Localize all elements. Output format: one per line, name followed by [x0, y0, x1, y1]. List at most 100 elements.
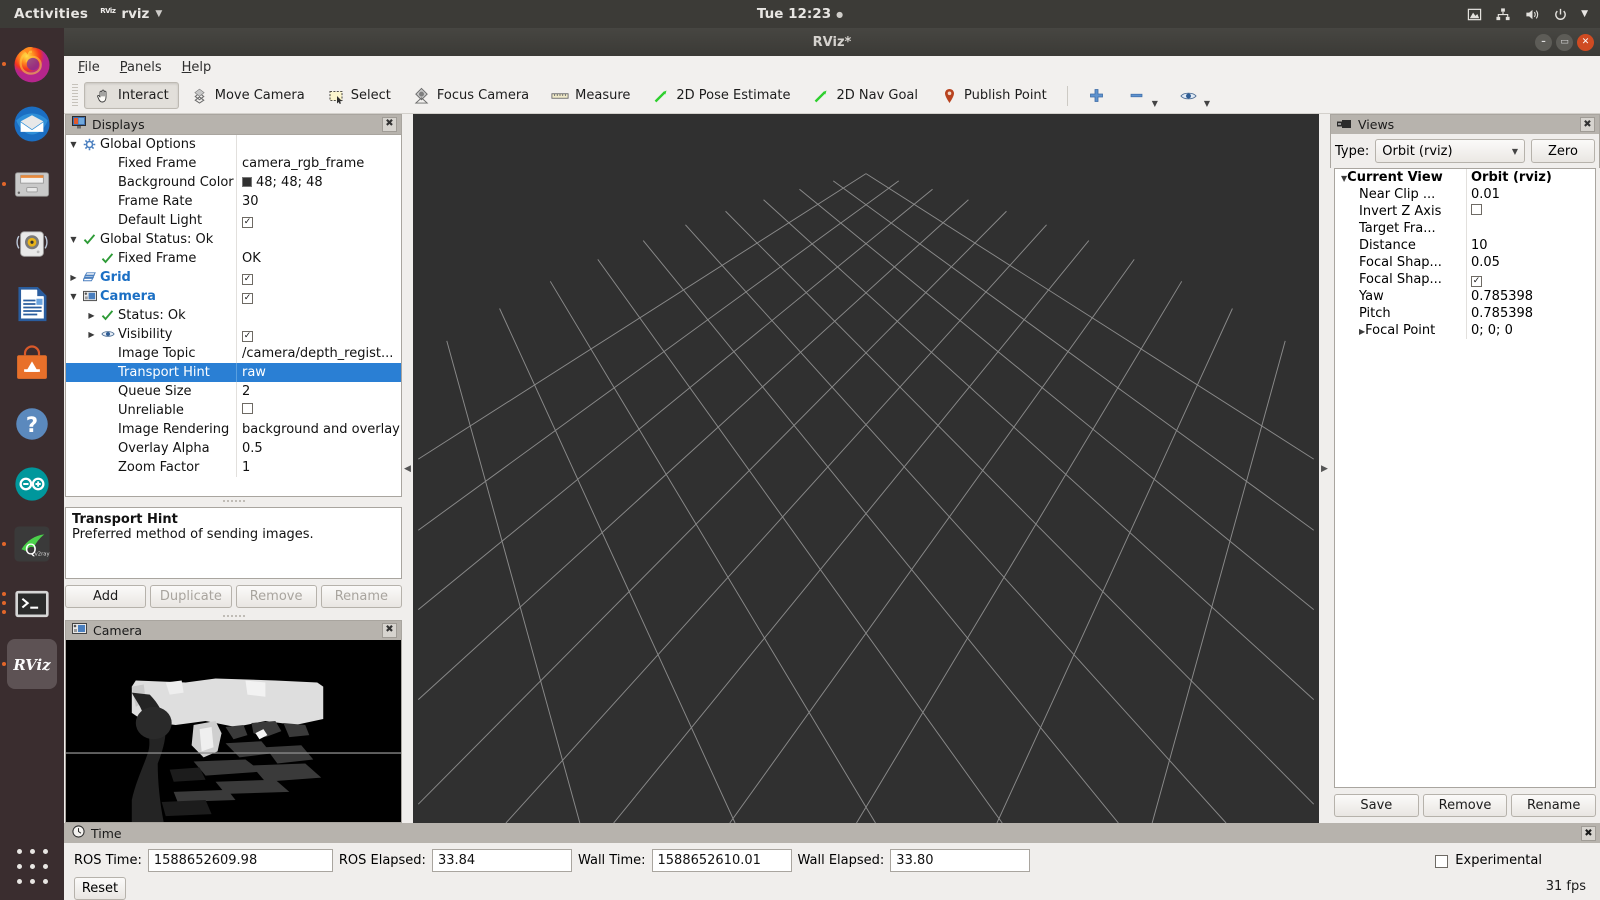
view-type-select[interactable]: Orbit (rviz) ▼: [1375, 139, 1525, 163]
display-property-row[interactable]: Fixed FrameOK: [66, 249, 401, 268]
time-field-input[interactable]: 1588652609.98: [148, 849, 333, 872]
close-icon[interactable]: ✖: [1581, 826, 1596, 841]
disclosure-arrow-icon[interactable]: ▼: [68, 235, 79, 244]
view-property-row[interactable]: ▶Focal Point0; 0; 0: [1335, 322, 1595, 339]
dock-item-rviz[interactable]: RViz: [7, 639, 57, 689]
tool-2d-pose-estimate[interactable]: 2D Pose Estimate: [642, 82, 800, 109]
right-dock-collapse-handle[interactable]: ▶: [1319, 114, 1330, 823]
dock-item-terminal[interactable]: [7, 579, 57, 629]
close-icon[interactable]: ✖: [1580, 117, 1595, 132]
network-icon[interactable]: [1495, 7, 1511, 22]
menu-file[interactable]: File: [78, 60, 100, 75]
disclosure-arrow-icon[interactable]: ▼: [68, 292, 79, 301]
dock-item-libreoffice-writer[interactable]: [7, 279, 57, 329]
close-button[interactable]: ✕: [1577, 34, 1594, 51]
display-property-row[interactable]: Overlay Alpha0.5: [66, 439, 401, 458]
display-property-row[interactable]: Default Light✓: [66, 211, 401, 230]
tool-measure[interactable]: Measure: [541, 82, 640, 109]
display-property-row[interactable]: ▼Global Options: [66, 135, 401, 154]
property-checkbox[interactable]: ✓: [242, 217, 253, 228]
property-checkbox[interactable]: ✓: [242, 293, 253, 304]
disclosure-arrow-icon[interactable]: ▶: [86, 311, 97, 320]
display-property-row[interactable]: ▶Visibility✓: [66, 325, 401, 344]
screenshot-icon[interactable]: [1467, 7, 1482, 22]
view-property-row[interactable]: Focal Shap...0.05: [1335, 254, 1595, 271]
view-property-row[interactable]: ▼Current ViewOrbit (rviz): [1335, 169, 1595, 186]
time-field-input[interactable]: 33.84: [432, 849, 572, 872]
close-icon[interactable]: ✖: [382, 117, 397, 132]
tool-focus-camera[interactable]: Focus Camera: [403, 82, 539, 109]
experimental-checkbox[interactable]: [1435, 855, 1448, 868]
3d-viewport[interactable]: [413, 114, 1319, 823]
remove-tool-button[interactable]: ▼: [1118, 82, 1168, 109]
dock-item-files[interactable]: [7, 159, 57, 209]
add-tool-button[interactable]: [1078, 82, 1116, 109]
display-property-row[interactable]: Unreliable: [66, 401, 401, 420]
display-property-row[interactable]: Frame Rate30: [66, 192, 401, 211]
display-property-row[interactable]: Zoom Factor1: [66, 458, 401, 477]
show-applications-button[interactable]: [7, 846, 57, 886]
disclosure-arrow-icon[interactable]: ▶: [68, 273, 79, 282]
dock-item-help[interactable]: ?: [7, 399, 57, 449]
displays-add-button[interactable]: Add: [65, 585, 146, 608]
display-property-row[interactable]: Fixed Framecamera_rgb_frame: [66, 154, 401, 173]
views-rename-button[interactable]: Rename: [1511, 794, 1596, 817]
toolbar-grip[interactable]: [72, 84, 78, 108]
close-icon[interactable]: ✖: [382, 623, 397, 638]
display-property-row[interactable]: Queue Size2: [66, 382, 401, 401]
dock-item-qv2ray[interactable]: Q v2ray: [7, 519, 57, 569]
dock-item-firefox[interactable]: [7, 39, 57, 89]
reset-button[interactable]: Reset: [74, 877, 126, 900]
display-property-row[interactable]: ▼Global Status: Ok: [66, 230, 401, 249]
disclosure-arrow-icon[interactable]: ▶: [86, 330, 97, 339]
view-property-row[interactable]: Invert Z Axis: [1335, 203, 1595, 220]
display-property-row[interactable]: ▼Camera✓: [66, 287, 401, 306]
time-field-input[interactable]: 33.80: [890, 849, 1030, 872]
clock-area[interactable]: Tue 12:23●: [0, 6, 1600, 22]
display-property-row[interactable]: ▶Status: Ok: [66, 306, 401, 325]
splitter-handle[interactable]: [65, 613, 402, 620]
zero-button[interactable]: Zero: [1531, 139, 1595, 163]
view-property-row[interactable]: Near Clip ...0.01: [1335, 186, 1595, 203]
activities-button[interactable]: Activities: [0, 6, 100, 22]
dock-item-ubuntu-software[interactable]: [7, 339, 57, 389]
dock-item-thunderbird[interactable]: [7, 99, 57, 149]
tool-interact[interactable]: Interact: [84, 82, 179, 109]
tool-move-camera[interactable]: Move Camera: [181, 82, 315, 109]
display-property-row[interactable]: ▶Grid✓: [66, 268, 401, 287]
camera-image-view[interactable]: [65, 640, 402, 823]
view-property-row[interactable]: Distance10: [1335, 237, 1595, 254]
view-property-row[interactable]: Target Fra...: [1335, 220, 1595, 237]
property-checkbox[interactable]: ✓: [242, 274, 253, 285]
maximize-button[interactable]: ▭: [1556, 34, 1573, 51]
menu-help[interactable]: Help: [182, 60, 212, 75]
dock-item-arduino[interactable]: [7, 459, 57, 509]
volume-icon[interactable]: [1524, 7, 1540, 22]
tool-2d-nav-goal[interactable]: 2D Nav Goal: [802, 82, 928, 109]
menu-panels[interactable]: Panels: [120, 60, 162, 75]
time-field-input[interactable]: 1588652610.01: [652, 849, 792, 872]
tool-properties-button[interactable]: ▼: [1170, 82, 1220, 109]
color-swatch[interactable]: [242, 177, 252, 187]
views-remove-button[interactable]: Remove: [1423, 794, 1508, 817]
tool-publish-point[interactable]: Publish Point: [930, 82, 1057, 109]
displays-tree[interactable]: ▼Global OptionsFixed Framecamera_rgb_fra…: [65, 134, 402, 498]
view-property-row[interactable]: Focal Shap...✓: [1335, 271, 1595, 288]
property-checkbox[interactable]: ✓: [242, 331, 253, 342]
display-property-row[interactable]: Image Topic/camera/depth_regist...: [66, 344, 401, 363]
left-dock-collapse-handle[interactable]: ◀: [402, 114, 413, 823]
view-property-row[interactable]: Pitch0.785398: [1335, 305, 1595, 322]
chevron-down-icon[interactable]: ▼: [1581, 9, 1588, 19]
views-save-button[interactable]: Save: [1334, 794, 1419, 817]
view-property-row[interactable]: Yaw0.785398: [1335, 288, 1595, 305]
minimize-button[interactable]: –: [1535, 34, 1552, 51]
property-checkbox[interactable]: [1471, 204, 1482, 215]
power-icon[interactable]: [1553, 7, 1568, 22]
active-app-menu[interactable]: RViz rviz ▼: [100, 6, 162, 22]
display-property-row[interactable]: Image Renderingbackground and overlay: [66, 420, 401, 439]
display-property-row[interactable]: Background Color48; 48; 48: [66, 173, 401, 192]
display-property-row[interactable]: Transport Hintraw: [66, 363, 401, 382]
property-checkbox[interactable]: ✓: [1471, 276, 1482, 287]
views-tree[interactable]: ▼Current ViewOrbit (rviz)Near Clip ...0.…: [1334, 168, 1596, 788]
disclosure-arrow-icon[interactable]: ▼: [68, 140, 79, 149]
